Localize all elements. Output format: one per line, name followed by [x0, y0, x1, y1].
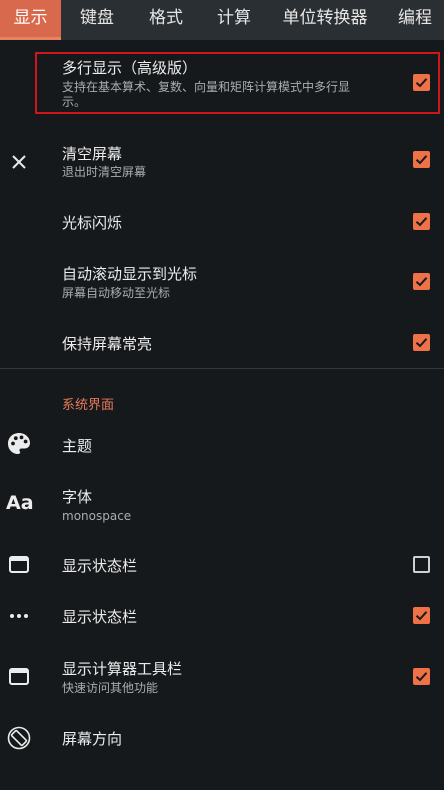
setting-subtitle: 快速访问其他功能: [62, 681, 159, 695]
tab-keyboard[interactable]: 键盘: [67, 0, 127, 40]
setting-subtitle-line1: 支持在基本算术、复数、向量和矩阵计算模式中多行显: [62, 80, 351, 94]
more-horizontal-icon: [10, 614, 28, 618]
setting-theme[interactable]: 主题: [0, 428, 444, 462]
clear-screen-checkbox[interactable]: [413, 151, 430, 168]
palette-icon: [8, 433, 30, 454]
divider: [0, 368, 444, 369]
setting-auto-scroll[interactable]: 自动滚动显示到光标 屏幕自动移动至光标: [0, 262, 444, 306]
setting-title: 显示状态栏: [62, 557, 138, 575]
setting-title: 显示计算器工具栏: [62, 660, 183, 678]
section-header: 系统界面: [62, 398, 115, 413]
close-icon: [12, 155, 26, 169]
setting-screen-orientation[interactable]: 屏幕方向: [0, 721, 444, 755]
setting-subtitle: 退出时清空屏幕: [62, 165, 147, 179]
setting-title: 主题: [62, 437, 93, 455]
tab-bar: 显示 键盘 格式 计算 单位转换器 编程: [0, 0, 444, 40]
font-icon: Aa: [6, 492, 34, 514]
setting-show-status-bar[interactable]: 显示状态栏: [0, 548, 444, 582]
setting-title: 自动滚动显示到光标: [62, 265, 198, 283]
calculator-toolbar-checkbox[interactable]: [413, 668, 430, 685]
show-status-bar-2-checkbox[interactable]: [413, 607, 430, 624]
setting-subtitle: 屏幕自动移动至光标: [62, 286, 171, 300]
tab-format[interactable]: 格式: [136, 0, 196, 40]
setting-title: 显示状态栏: [62, 608, 138, 626]
show-status-bar-checkbox[interactable]: [413, 556, 430, 573]
multiline-display-checkbox[interactable]: [413, 74, 430, 91]
setting-subtitle: monospace: [62, 509, 132, 523]
setting-calculator-toolbar[interactable]: 显示计算器工具栏 快速访问其他功能: [0, 656, 444, 700]
setting-title: 保持屏幕常亮: [62, 335, 153, 353]
setting-subtitle-line2: 示。: [62, 95, 87, 109]
setting-multiline-display[interactable]: 多行显示（高级版） 支持在基本算术、复数、向量和矩阵计算模式中多行显 示。: [0, 52, 444, 114]
setting-keep-screen-on[interactable]: 保持屏幕常亮: [0, 326, 444, 360]
tab-programming[interactable]: 编程: [386, 0, 444, 40]
cursor-blink-checkbox[interactable]: [413, 213, 430, 230]
setting-font[interactable]: Aa 字体 monospace: [0, 484, 444, 528]
tab-display[interactable]: 显示: [0, 0, 61, 40]
setting-show-status-bar-2[interactable]: 显示状态栏: [0, 599, 444, 633]
tab-calculate[interactable]: 计算: [204, 0, 264, 40]
setting-title: 字体: [62, 488, 93, 506]
setting-title: 清空屏幕: [62, 145, 123, 163]
setting-title: 多行显示（高级版）: [62, 59, 198, 77]
setting-title: 光标闪烁: [62, 214, 123, 232]
auto-scroll-checkbox[interactable]: [413, 273, 430, 290]
window-icon: [9, 668, 29, 685]
tab-unit-converter[interactable]: 单位转换器: [272, 0, 378, 40]
setting-clear-screen[interactable]: 清空屏幕 退出时清空屏幕: [0, 140, 444, 184]
keep-screen-on-checkbox[interactable]: [413, 334, 430, 351]
setting-cursor-blink[interactable]: 光标闪烁: [0, 205, 444, 239]
window-icon: [9, 556, 29, 573]
screen-rotation-icon: [7, 726, 31, 750]
setting-title: 屏幕方向: [62, 730, 123, 748]
